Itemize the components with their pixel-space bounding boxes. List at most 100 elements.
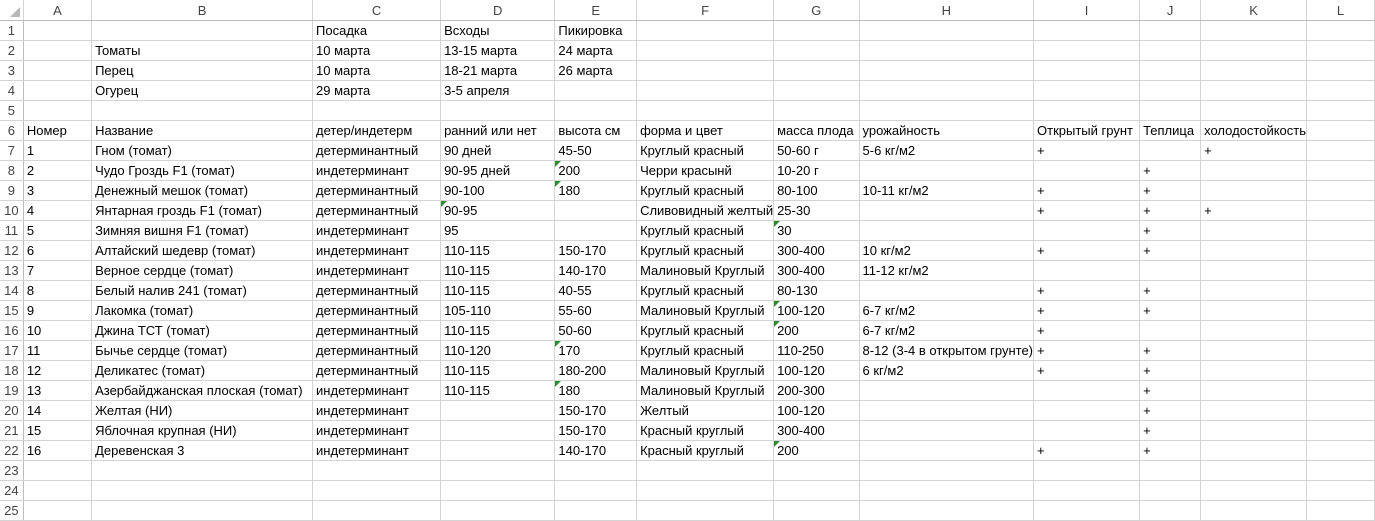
cell-i24[interactable]: [1033, 480, 1141, 501]
cell-j5[interactable]: [1139, 100, 1202, 121]
cell-i10[interactable]: +: [1033, 200, 1141, 221]
cell-j1[interactable]: [1139, 20, 1202, 41]
cell-d4[interactable]: 3-5 апреля: [440, 80, 556, 101]
cell-l8[interactable]: [1306, 160, 1375, 181]
cell-a12[interactable]: 6: [23, 240, 93, 261]
cell-h15[interactable]: 6-7 кг/м2: [859, 300, 1035, 321]
cell-e21[interactable]: 150-170: [554, 420, 638, 441]
cell-e17[interactable]: 170: [554, 340, 638, 361]
cell-j2[interactable]: [1139, 40, 1202, 61]
cell-h13[interactable]: 11-12 кг/м2: [859, 260, 1035, 281]
cell-e4[interactable]: [554, 80, 638, 101]
cell-i15[interactable]: +: [1033, 300, 1141, 321]
row-header[interactable]: 16: [0, 320, 24, 341]
column-header-e[interactable]: E: [554, 0, 638, 21]
cell-f8[interactable]: Черри красынй: [636, 160, 775, 181]
cell-g15[interactable]: 100-120: [773, 300, 860, 321]
cell-d11[interactable]: 95: [440, 220, 556, 241]
cell-b14[interactable]: Белый налив 241 (томат): [91, 280, 314, 301]
cell-c20[interactable]: индетерминант: [312, 400, 442, 421]
cell-k8[interactable]: [1200, 160, 1308, 181]
cell-a8[interactable]: 2: [23, 160, 93, 181]
cell-k12[interactable]: [1200, 240, 1308, 261]
cell-h24[interactable]: [859, 480, 1035, 501]
cell-f11[interactable]: Круглый красный: [636, 220, 775, 241]
cell-c1[interactable]: Посадка: [312, 20, 442, 41]
cell-d24[interactable]: [440, 480, 556, 501]
cell-g14[interactable]: 80-130: [773, 280, 860, 301]
cell-d9[interactable]: 90-100: [440, 180, 556, 201]
cell-i8[interactable]: [1033, 160, 1141, 181]
cell-a25[interactable]: [23, 500, 93, 521]
cell-k13[interactable]: [1200, 260, 1308, 281]
cell-h7[interactable]: 5-6 кг/м2: [859, 140, 1035, 161]
row-header[interactable]: 17: [0, 340, 24, 361]
cell-a22[interactable]: 16: [23, 440, 93, 461]
cell-d23[interactable]: [440, 460, 556, 481]
cell-l13[interactable]: [1306, 260, 1375, 281]
cell-i2[interactable]: [1033, 40, 1141, 61]
cell-a14[interactable]: 8: [23, 280, 93, 301]
cell-h12[interactable]: 10 кг/м2: [859, 240, 1035, 261]
cell-i20[interactable]: [1033, 400, 1141, 421]
cell-c3[interactable]: 10 марта: [312, 60, 442, 81]
row-header[interactable]: 15: [0, 300, 24, 321]
cell-k17[interactable]: [1200, 340, 1308, 361]
cell-k2[interactable]: [1200, 40, 1308, 61]
column-header-k[interactable]: K: [1200, 0, 1308, 21]
cell-k7[interactable]: +: [1200, 140, 1308, 161]
cell-e6[interactable]: высота см: [554, 120, 638, 141]
row-header[interactable]: 3: [0, 60, 24, 81]
cell-e10[interactable]: [554, 200, 638, 221]
cell-a19[interactable]: 13: [23, 380, 93, 401]
column-header-b[interactable]: B: [91, 0, 314, 21]
row-header[interactable]: 7: [0, 140, 24, 161]
cell-e23[interactable]: [554, 460, 638, 481]
cell-i3[interactable]: [1033, 60, 1141, 81]
cell-b10[interactable]: Янтарная гроздь F1 (томат): [91, 200, 314, 221]
cell-h14[interactable]: [859, 280, 1035, 301]
cell-k18[interactable]: [1200, 360, 1308, 381]
cell-l12[interactable]: [1306, 240, 1375, 261]
cell-j9[interactable]: +: [1139, 180, 1202, 201]
cell-b23[interactable]: [91, 460, 314, 481]
cell-h2[interactable]: [859, 40, 1035, 61]
cell-j22[interactable]: +: [1139, 440, 1202, 461]
cell-g25[interactable]: [773, 500, 860, 521]
cell-k3[interactable]: [1200, 60, 1308, 81]
cell-j14[interactable]: +: [1139, 280, 1202, 301]
cell-b24[interactable]: [91, 480, 314, 501]
row-header[interactable]: 9: [0, 180, 24, 201]
cell-l22[interactable]: [1306, 440, 1375, 461]
cell-g4[interactable]: [773, 80, 860, 101]
column-header-j[interactable]: J: [1139, 0, 1202, 21]
cell-e11[interactable]: [554, 220, 638, 241]
cell-e25[interactable]: [554, 500, 638, 521]
cell-e14[interactable]: 40-55: [554, 280, 638, 301]
cell-c18[interactable]: детерминантный: [312, 360, 442, 381]
cell-f22[interactable]: Красный круглый: [636, 440, 775, 461]
cell-i6[interactable]: Открытый грунт: [1033, 120, 1141, 141]
cell-c8[interactable]: индетерминант: [312, 160, 442, 181]
cell-i1[interactable]: [1033, 20, 1141, 41]
cell-b5[interactable]: [91, 100, 314, 121]
cell-c9[interactable]: детерминантный: [312, 180, 442, 201]
cell-h5[interactable]: [859, 100, 1035, 121]
cell-e13[interactable]: 140-170: [554, 260, 638, 281]
cell-f6[interactable]: форма и цвет: [636, 120, 775, 141]
cell-d15[interactable]: 105-110: [440, 300, 556, 321]
cell-b17[interactable]: Бычье сердце (томат): [91, 340, 314, 361]
cell-f1[interactable]: [636, 20, 775, 41]
row-header[interactable]: 8: [0, 160, 24, 181]
cell-i12[interactable]: +: [1033, 240, 1141, 261]
cell-l1[interactable]: [1306, 20, 1375, 41]
cell-g11[interactable]: 30: [773, 220, 860, 241]
cell-c7[interactable]: детерминантный: [312, 140, 442, 161]
cell-i18[interactable]: +: [1033, 360, 1141, 381]
cell-e16[interactable]: 50-60: [554, 320, 638, 341]
cell-e19[interactable]: 180: [554, 380, 638, 401]
cell-k1[interactable]: [1200, 20, 1308, 41]
cell-c11[interactable]: индетерминант: [312, 220, 442, 241]
cell-d17[interactable]: 110-120: [440, 340, 556, 361]
cell-c4[interactable]: 29 марта: [312, 80, 442, 101]
